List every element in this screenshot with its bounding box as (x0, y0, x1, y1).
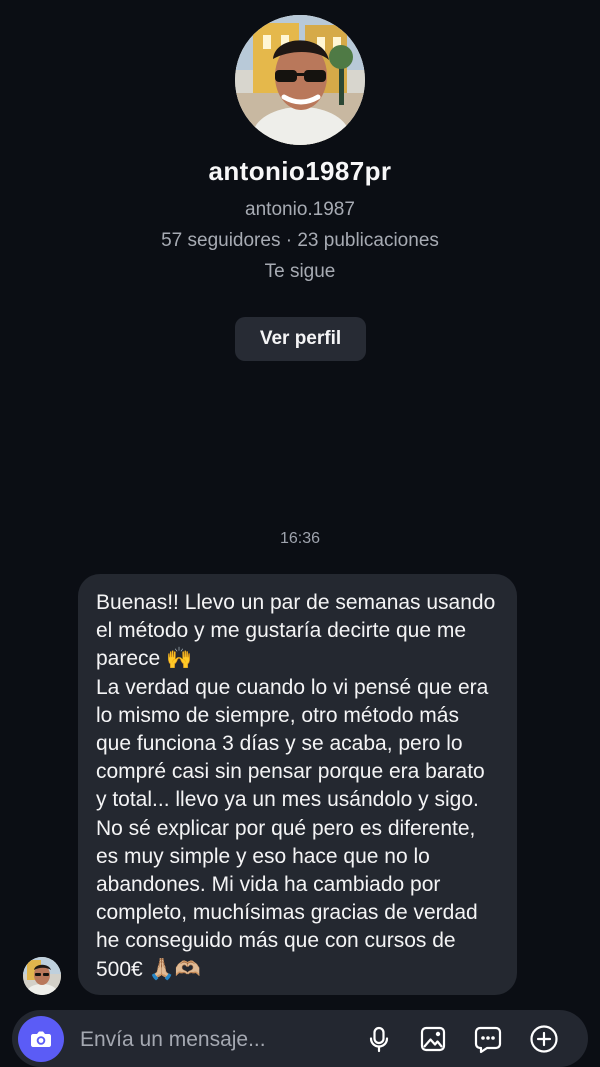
view-profile-button[interactable]: Ver perfil (235, 317, 366, 361)
sticker-message-icon (474, 1026, 502, 1054)
profile-stats: 57 seguidores · 23 publicaciones (161, 230, 439, 251)
profile-handle: antonio.1987 (245, 199, 355, 220)
image-gallery-icon (420, 1026, 446, 1052)
sticker-message-button[interactable] (471, 1022, 505, 1056)
sender-avatar-image (23, 957, 61, 995)
image-gallery-button[interactable] (416, 1022, 450, 1056)
add-icon (530, 1025, 558, 1053)
profile-header: antonio1987pr antonio.1987 57 seguidores… (0, 0, 600, 520)
sender-avatar[interactable] (23, 957, 61, 995)
message-input[interactable] (78, 1010, 362, 1067)
camera-button[interactable] (18, 1016, 64, 1062)
profile-avatar[interactable] (235, 15, 365, 145)
microphone-icon (369, 1026, 389, 1053)
profile-avatar-image (235, 15, 365, 145)
profile-username: antonio1987pr (208, 156, 392, 186)
camera-icon (31, 1031, 51, 1047)
follows-you-status: Te sigue (264, 261, 336, 282)
message-composer (12, 1010, 588, 1067)
microphone-button[interactable] (362, 1022, 396, 1056)
add-content-button[interactable] (527, 1022, 561, 1056)
received-message-bubble[interactable]: Buenas!! Llevo un par de semanas usando … (78, 574, 517, 995)
message-timestamp: 16:36 (279, 530, 321, 547)
